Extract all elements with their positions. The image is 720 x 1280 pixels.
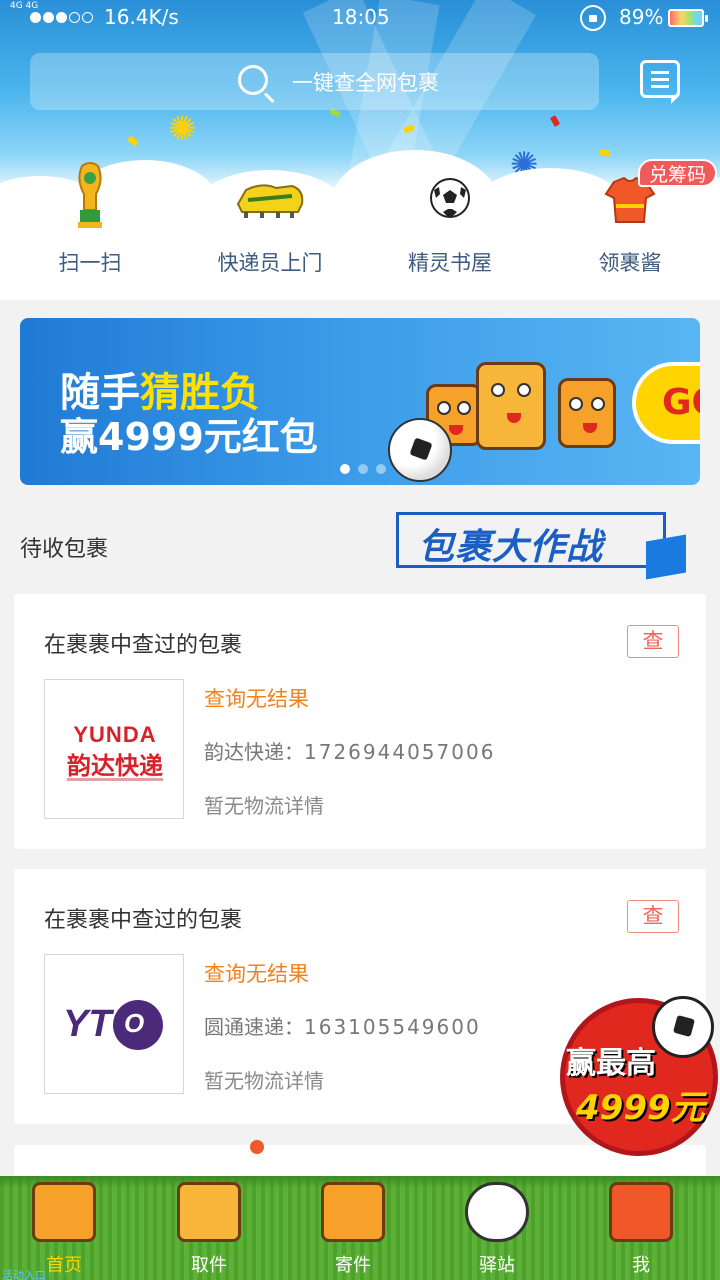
bottom-tab-bar: 首页 取件 寄件 驿站 我 — [0, 1176, 720, 1280]
pagination-dot — [340, 464, 350, 474]
exchange-chips-badge[interactable]: 兑筹码 — [638, 159, 718, 187]
tab-label: 我 — [632, 1255, 650, 1276]
courier-logo: YT O — [44, 954, 184, 1094]
soccer-ball-icon — [388, 418, 452, 482]
battery-icon — [668, 9, 708, 27]
send-mascot-icon — [321, 1182, 385, 1242]
quick-entry-label: 领裹酱 — [598, 251, 662, 275]
battery-percent: 89% — [619, 5, 664, 29]
confetti — [549, 115, 561, 127]
package-battle-logo[interactable]: 包裹大作战 — [396, 512, 690, 582]
courier-tracking: 圆通速递：163105549600 — [204, 1015, 481, 1039]
promo-banner[interactable]: 随手猜胜负 赢4999元红包 GO — [20, 318, 700, 485]
check-button[interactable]: 查 — [627, 625, 679, 658]
firework-icon: ✺ — [168, 109, 197, 149]
home-mascot-icon — [32, 1182, 96, 1242]
tab-station[interactable]: 驿站 — [425, 1176, 569, 1280]
pagination-dot — [358, 464, 368, 474]
logo-chinese: 韵达快递 — [67, 752, 163, 780]
package-box-icon — [646, 534, 686, 580]
logo-slogan — [67, 778, 163, 781]
promo-line1: 赢最高 — [566, 1046, 656, 1081]
clock: 18:05 — [332, 5, 390, 29]
package-status: 查询无结果 — [204, 962, 309, 986]
tab-label: 驿站 — [479, 1255, 515, 1276]
search-icon — [238, 65, 268, 95]
courier-logo: YUNDA 韵达快递 — [44, 679, 184, 819]
logistics-detail: 暂无物流详情 — [204, 1069, 324, 1093]
search-placeholder: 一键查全网包裹 — [292, 71, 439, 95]
package-card-title: 在裹裹中查过的包裹 — [44, 633, 243, 658]
quick-entry-label: 扫一扫 — [58, 251, 122, 275]
status-bar: 4G 4G 16.4K/s 18:05 89% — [0, 0, 720, 36]
promo-line2: 4999元 — [576, 1088, 705, 1128]
logo-wordmark: YT — [63, 1003, 112, 1045]
trophy-icon — [78, 162, 102, 228]
network-indicator: 4G 4G — [10, 1, 39, 11]
tab-me[interactable]: 我 — [569, 1176, 713, 1280]
pickup-mascot-icon — [177, 1182, 241, 1242]
tab-home[interactable]: 首页 — [0, 1176, 136, 1280]
pagination-dot — [376, 464, 386, 474]
tab-label: 取件 — [191, 1255, 227, 1276]
logo-wordmark: YUNDA — [73, 722, 157, 747]
search-bar[interactable]: 一键查全网包裹 — [30, 53, 599, 110]
banner-subline: 赢4999元红包 — [60, 415, 318, 459]
quick-entry-label: 快递员上门 — [217, 251, 323, 275]
robot-icon — [465, 1182, 529, 1242]
confetti — [127, 135, 139, 147]
logo-text: 包裹大作战 — [418, 527, 604, 568]
tab-send[interactable]: 寄件 — [281, 1176, 425, 1280]
banner-pagination — [340, 464, 386, 474]
floating-promo[interactable]: 赢最高 4999元 — [560, 996, 720, 1156]
check-button[interactable]: 查 — [627, 900, 679, 933]
bottom-link[interactable]: 活动入口 — [2, 1267, 46, 1280]
package-card[interactable]: 在裹裹中查过的包裹 查 YUNDA 韵达快递 查询无结果 韵达快递：172694… — [14, 594, 706, 849]
quick-entry-label: 精灵书屋 — [408, 251, 492, 275]
me-mascot-icon — [609, 1182, 673, 1242]
go-button[interactable]: GO — [632, 362, 700, 444]
tab-label: 寄件 — [335, 1255, 371, 1276]
logistics-detail: 暂无物流详情 — [204, 794, 324, 818]
quick-entry-scan[interactable]: 扫一扫 — [0, 150, 180, 290]
quick-entry-bookstore[interactable]: 精灵书屋 — [360, 150, 540, 290]
mascot-box — [558, 378, 616, 448]
section-title: 待收包裹 — [20, 537, 109, 562]
quick-entry-courier-pickup[interactable]: 快递员上门 — [180, 150, 360, 290]
mascot-box — [476, 362, 546, 450]
rotation-lock-icon — [580, 5, 606, 31]
football-boot-icon — [236, 184, 304, 218]
logo-circle: O — [113, 1000, 163, 1050]
package-status: 查询无结果 — [204, 687, 309, 711]
network-speed: 16.4K/s — [104, 5, 179, 29]
message-icon[interactable] — [640, 60, 680, 104]
signal-icon — [30, 12, 93, 23]
scroll-indicator — [250, 1140, 264, 1154]
tab-pickup[interactable]: 取件 — [137, 1176, 281, 1280]
package-card-title: 在裹裹中查过的包裹 — [44, 908, 243, 933]
soccer-ball-icon — [652, 996, 714, 1058]
courier-tracking: 韵达快递：1726944057006 — [204, 740, 496, 764]
soccer-ball-icon — [430, 178, 470, 218]
